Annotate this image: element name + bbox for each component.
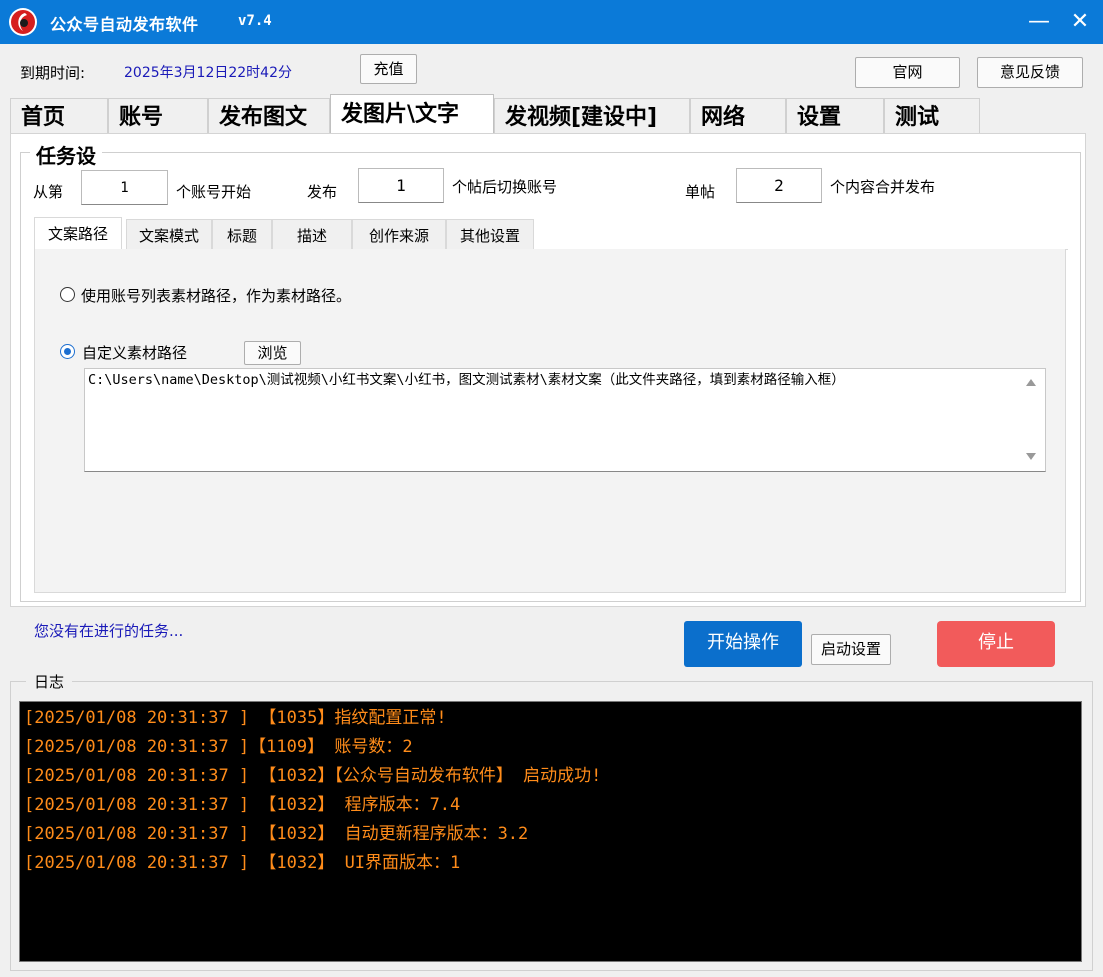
subtab-copy-path[interactable]: 文案路径 [34, 217, 122, 249]
log-line: [2025/01/08 20:31:37 ] 【1032】 程序版本：7.4 [24, 795, 461, 815]
main-tab-bar: 首页 账号 发布图文 发图片\文字 发视频[建设中] 网络 设置 测试 [10, 94, 980, 134]
tab-accounts[interactable]: 账号 [108, 98, 208, 134]
sub-tab-bar: 文案路径 文案模式 标题 描述 创作来源 其他设置 [34, 217, 1068, 250]
tab-test[interactable]: 测试 [884, 98, 980, 134]
scroll-up-icon[interactable] [1026, 379, 1036, 386]
browse-button[interactable]: 浏览 [244, 341, 301, 365]
log-line: [2025/01/08 20:31:37 ]【1109】 账号数：2 [24, 737, 413, 757]
subtab-source[interactable]: 创作来源 [352, 219, 446, 249]
app-version: v7.4 [238, 13, 272, 29]
publish-suffix: 个帖后切换账号 [452, 178, 558, 196]
startup-settings-button[interactable]: 启动设置 [811, 634, 891, 665]
title-bar: 公众号自动发布软件 v7.4 — ✕ [0, 0, 1103, 44]
subtab-title[interactable]: 标题 [212, 219, 272, 249]
expire-label: 到期时间: [20, 64, 86, 82]
app-logo-icon [9, 8, 37, 36]
merge-count-input[interactable] [736, 168, 822, 203]
from-suffix: 个账号开始 [176, 183, 252, 201]
minimize-button[interactable]: — [1020, 4, 1058, 40]
account-path-label: 使用账号列表素材路径，作为素材路径。 [81, 287, 352, 305]
log-line: [2025/01/08 20:31:37 ] 【1032】【公众号自动发布软件】… [24, 766, 602, 786]
single-label: 单帖 [685, 183, 716, 201]
subtab-other-settings[interactable]: 其他设置 [446, 219, 534, 249]
single-suffix: 个内容合并发布 [830, 178, 936, 196]
posts-per-account-input[interactable] [358, 168, 444, 203]
subtab-description[interactable]: 描述 [272, 219, 352, 249]
log-line: [2025/01/08 20:31:37 ] 【1035】指纹配置正常! [24, 708, 447, 728]
tab-publish-image-text[interactable]: 发图片\文字 [330, 94, 494, 134]
recharge-button[interactable]: 充值 [360, 54, 417, 84]
task-settings-legend: 任务设 [30, 140, 102, 169]
subtab-copy-mode[interactable]: 文案模式 [126, 219, 212, 249]
app-title: 公众号自动发布软件 [50, 15, 199, 34]
log-line: [2025/01/08 20:31:37 ] 【1032】 自动更新程序版本：3… [24, 824, 529, 844]
website-button[interactable]: 官网 [855, 57, 960, 88]
from-label: 从第 [33, 183, 64, 201]
log-line: [2025/01/08 20:31:37 ] 【1032】 UI界面版本：1 [24, 853, 461, 873]
start-button[interactable]: 开始操作 [684, 621, 802, 667]
scroll-down-icon[interactable] [1026, 453, 1036, 460]
feedback-button[interactable]: 意见反馈 [977, 57, 1083, 88]
expire-value: 2025年3月12日22时42分 [124, 65, 292, 81]
custom-path-label: 自定义素材路径 [82, 344, 188, 362]
path-scrollbar[interactable] [1018, 369, 1045, 471]
tab-settings[interactable]: 设置 [786, 98, 884, 134]
start-account-input[interactable] [81, 170, 168, 205]
account-path-radio[interactable] [60, 287, 75, 302]
tab-home[interactable]: 首页 [10, 98, 108, 134]
log-lines: [2025/01/08 20:31:37 ] 【1035】指纹配置正常! [20… [24, 704, 601, 878]
tab-network[interactable]: 网络 [690, 98, 786, 134]
path-value: C:\Users\name\Desktop\测试视频\小红书文案\小红书，图文测… [88, 372, 845, 388]
tab-publish-article[interactable]: 发布图文 [208, 98, 330, 134]
status-text: 您没有在进行的任务... [34, 622, 184, 640]
publish-label: 发布 [307, 183, 338, 201]
log-legend: 日志 [26, 671, 73, 692]
stop-button[interactable]: 停止 [937, 621, 1055, 667]
custom-path-radio[interactable] [60, 344, 75, 359]
tab-publish-video[interactable]: 发视频[建设中] [494, 98, 690, 134]
close-button[interactable]: ✕ [1062, 4, 1098, 40]
